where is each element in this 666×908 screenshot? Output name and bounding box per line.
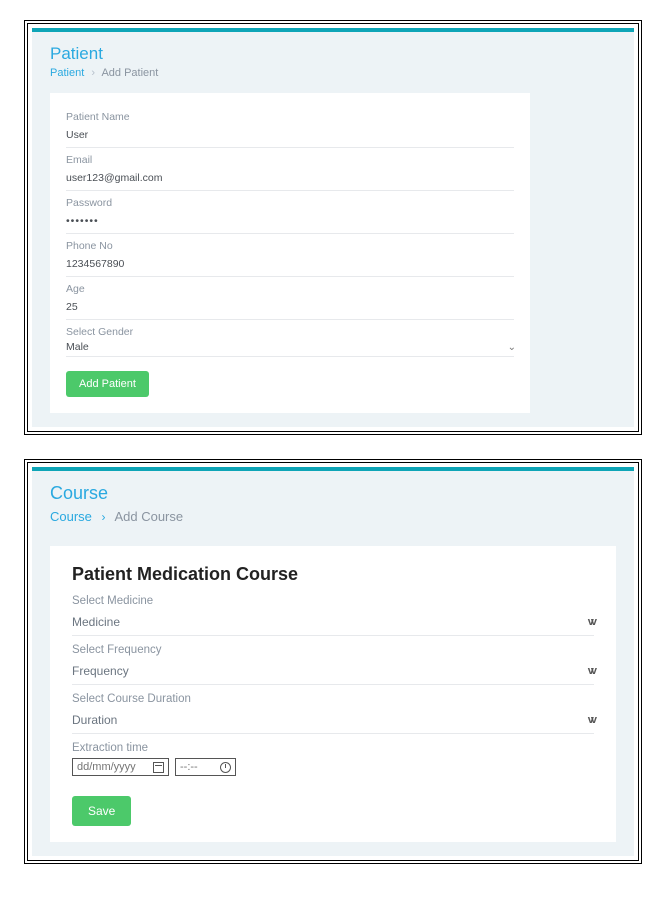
calendar-icon [153, 762, 164, 773]
select-gender[interactable]: Male ⌄ [66, 340, 514, 357]
label-frequency: Select Frequency [72, 644, 594, 656]
field-email: Email [66, 148, 514, 191]
label-email: Email [66, 154, 514, 166]
breadcrumb-current: Add Course [114, 509, 183, 524]
select-frequency-placeholder: Frequency [72, 664, 129, 678]
save-button[interactable]: Save [72, 796, 131, 826]
chevron-down-icon: vv [588, 665, 594, 677]
field-medicine: Select Medicine Medicine vv [72, 595, 594, 636]
course-panel: Course Course › Add Course Patient Medic… [24, 459, 642, 864]
label-duration: Select Course Duration [72, 693, 594, 705]
add-patient-button[interactable]: Add Patient [66, 371, 149, 397]
input-age[interactable] [66, 300, 514, 314]
course-heading: Patient Medication Course [72, 564, 594, 585]
course-panel-inner: Course Course › Add Course Patient Medic… [32, 467, 634, 856]
patient-panel-inner: Patient Patient › Add Patient Patient Na… [32, 28, 634, 427]
label-phone: Phone No [66, 240, 514, 252]
field-extraction-time: Extraction time [72, 742, 594, 776]
breadcrumb-root[interactable]: Patient [50, 67, 84, 79]
input-email[interactable] [66, 171, 514, 185]
label-age: Age [66, 283, 514, 295]
label-patient-name: Patient Name [66, 111, 514, 123]
field-duration: Select Course Duration Duration vv [72, 693, 594, 734]
breadcrumb-current: Add Patient [101, 67, 158, 79]
field-frequency: Select Frequency Frequency vv [72, 644, 594, 685]
field-age: Age [66, 277, 514, 320]
label-medicine: Select Medicine [72, 595, 594, 607]
field-gender: Select Gender Male ⌄ [66, 320, 514, 361]
input-password[interactable] [66, 214, 514, 228]
label-password: Password [66, 197, 514, 209]
chevron-down-icon: vv [588, 714, 594, 726]
date-input-wrapper[interactable] [72, 758, 169, 776]
breadcrumb: Course › Add Course [50, 509, 616, 524]
field-phone: Phone No [66, 234, 514, 277]
page-title: Course [50, 483, 616, 504]
breadcrumb: Patient › Add Patient [50, 67, 616, 79]
datetime-row [72, 758, 594, 776]
chevron-right-icon: › [102, 510, 106, 524]
patient-form-card: Patient Name Email Password Phone No Age [50, 93, 530, 413]
chevron-right-icon: › [91, 67, 95, 79]
select-gender-value: Male [66, 340, 89, 354]
chevron-down-icon: vv [588, 616, 594, 628]
time-input[interactable] [180, 761, 216, 773]
patient-panel: Patient Patient › Add Patient Patient Na… [24, 20, 642, 435]
time-input-wrapper[interactable] [175, 758, 236, 776]
date-input[interactable] [77, 761, 149, 773]
input-patient-name[interactable] [66, 128, 514, 142]
page-title: Patient [50, 44, 616, 64]
select-medicine[interactable]: Medicine vv [72, 611, 594, 636]
field-patient-name: Patient Name [66, 105, 514, 148]
label-gender: Select Gender [66, 326, 514, 338]
field-password: Password [66, 191, 514, 234]
select-duration-placeholder: Duration [72, 713, 117, 727]
select-duration[interactable]: Duration vv [72, 709, 594, 734]
input-phone[interactable] [66, 257, 514, 271]
chevron-down-icon: ⌄ [508, 342, 514, 353]
course-form-card: Patient Medication Course Select Medicin… [50, 546, 616, 842]
clock-icon [220, 762, 231, 773]
select-medicine-placeholder: Medicine [72, 615, 120, 629]
breadcrumb-root[interactable]: Course [50, 509, 92, 524]
label-extraction: Extraction time [72, 742, 594, 754]
select-frequency[interactable]: Frequency vv [72, 660, 594, 685]
